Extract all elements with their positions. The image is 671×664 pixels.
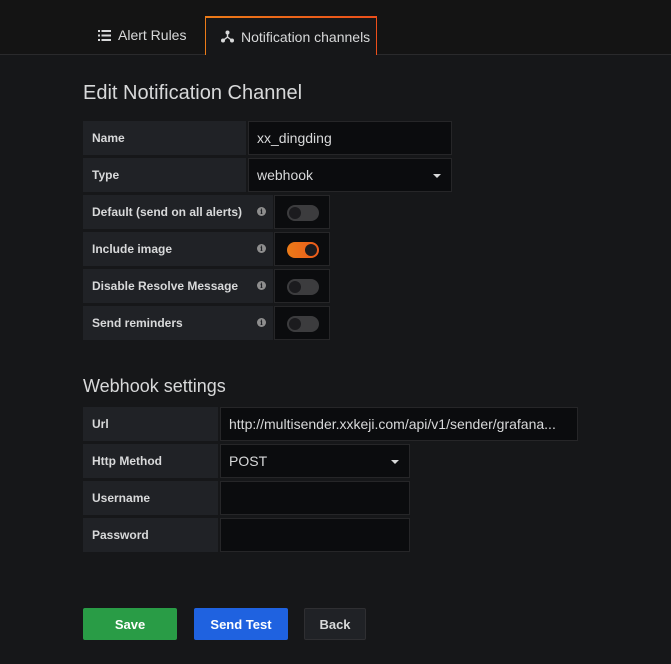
back-button[interactable]: Back (304, 608, 366, 640)
chevron-down-icon (391, 460, 399, 464)
type-select-value: webhook (257, 167, 314, 183)
name-label: Name (83, 121, 246, 155)
name-input[interactable]: xx_dingding (248, 121, 452, 155)
send-reminders-label: Send reminders (83, 306, 273, 340)
password-input[interactable] (220, 518, 410, 552)
send-test-button[interactable]: Send Test (194, 608, 288, 640)
username-input[interactable] (220, 481, 410, 515)
save-button[interactable]: Save (83, 608, 177, 640)
default-label: Default (send on all alerts) (83, 195, 273, 229)
tab-notification-channels[interactable]: Notification channels (205, 16, 377, 55)
info-icon[interactable]: i (257, 318, 266, 327)
http-method-select[interactable]: POST (220, 444, 410, 478)
tab-notification-channels-label: Notification channels (241, 28, 371, 45)
http-method-value: POST (229, 453, 268, 469)
password-label: Password (83, 518, 218, 552)
send-reminders-toggle-box (274, 306, 330, 340)
info-icon[interactable]: i (257, 207, 266, 216)
page-title: Edit Notification Channel (83, 82, 303, 104)
disable-resolve-label: Disable Resolve Message (83, 269, 273, 303)
type-label: Type (83, 158, 246, 192)
url-input[interactable]: http://multisender.xxkeji.com/api/v1/sen… (220, 407, 578, 441)
username-label: Username (83, 481, 218, 515)
webhook-settings-title: Webhook settings (83, 376, 226, 396)
disable-resolve-toggle[interactable] (287, 279, 319, 295)
tab-alert-rules[interactable]: Alert Rules (98, 16, 186, 54)
include-image-toggle[interactable] (287, 242, 319, 258)
tab-bar: Alert Rules Notification channels (0, 0, 671, 55)
channels-icon (221, 30, 234, 43)
default-toggle[interactable] (287, 205, 319, 221)
info-icon[interactable]: i (257, 244, 266, 253)
send-reminders-toggle[interactable] (287, 316, 319, 332)
include-image-label: Include image (83, 232, 273, 266)
http-method-label: Http Method (83, 444, 218, 478)
chevron-down-icon (433, 174, 441, 178)
info-icon[interactable]: i (257, 281, 266, 290)
type-select[interactable]: webhook (248, 158, 452, 192)
default-toggle-box (274, 195, 330, 229)
disable-resolve-toggle-box (274, 269, 330, 303)
url-label: Url (83, 407, 218, 441)
list-icon (98, 29, 111, 41)
tab-alert-rules-label: Alert Rules (118, 27, 187, 43)
include-image-toggle-box (274, 232, 330, 266)
